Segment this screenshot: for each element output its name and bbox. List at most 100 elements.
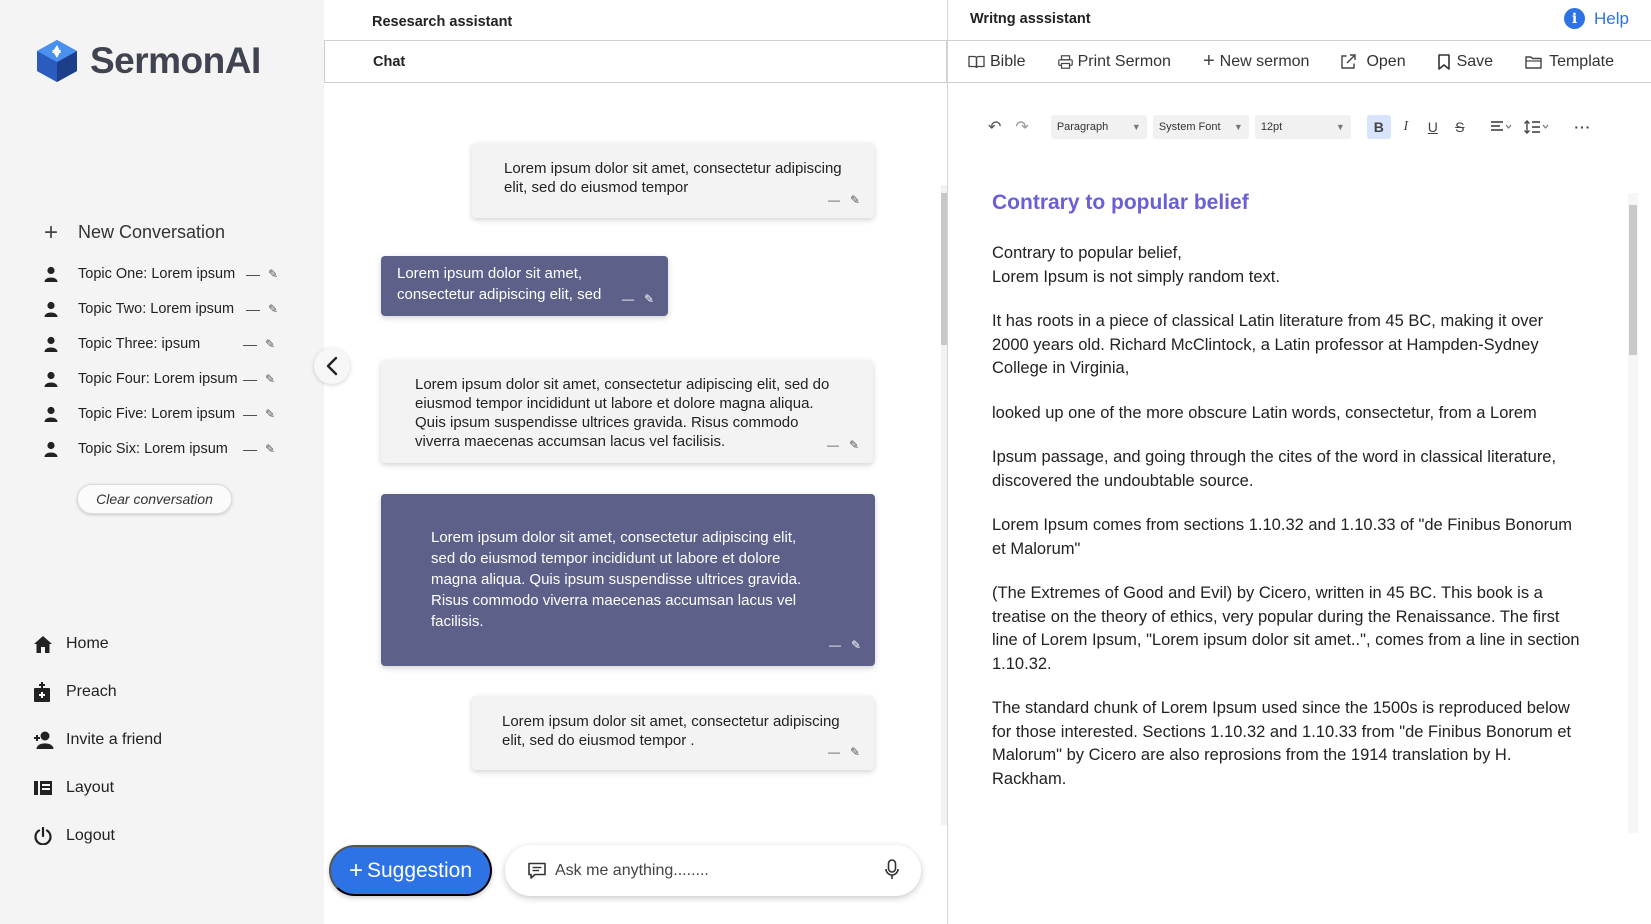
template-button[interactable]: Template <box>1525 53 1614 71</box>
topic-list: Topic One: Lorem ipsum — ✎ Topic Two: Lo… <box>44 256 278 466</box>
document-paragraph: looked up one of the more obscure Latin … <box>992 403 1537 422</box>
topic-item[interactable]: Topic One: Lorem ipsum — ✎ <box>44 256 278 291</box>
italic-button[interactable]: I <box>1394 115 1418 139</box>
minimize-icon[interactable]: — <box>827 436 839 455</box>
sidebar: SermonAI + New Conversation Topic One: L… <box>0 0 324 924</box>
font-family-select[interactable]: System Font ▼ <box>1152 115 1249 139</box>
save-label: Save <box>1456 52 1494 70</box>
chat-message[interactable]: Lorem ipsum dolor sit amet, consectetur … <box>381 256 668 316</box>
new-sermon-button[interactable]: + New sermon <box>1203 50 1310 73</box>
tab-chat-label: Chat <box>373 54 406 70</box>
edit-icon[interactable]: ✎ <box>265 407 275 421</box>
topic-label: Topic One: Lorem ipsum <box>78 265 236 282</box>
chat-message[interactable]: Lorem ipsum dolor sit amet, consectetur … <box>472 143 874 218</box>
edit-icon[interactable]: ✎ <box>268 302 278 316</box>
topic-item[interactable]: Topic Six: Lorem ipsum — ✎ <box>44 431 278 466</box>
topic-item[interactable]: Topic Two: Lorem ipsum — ✎ <box>44 291 278 326</box>
edit-icon[interactable]: ✎ <box>850 191 860 210</box>
new-conversation-button[interactable]: + New Conversation <box>44 220 226 244</box>
minimize-icon[interactable]: — <box>828 191 840 210</box>
logo-icon <box>37 40 77 82</box>
edit-icon[interactable]: ✎ <box>849 436 859 455</box>
document-scrollbar[interactable] <box>1628 193 1638 833</box>
edit-icon[interactable]: ✎ <box>850 743 860 762</box>
bold-button[interactable]: B <box>1366 115 1391 139</box>
edit-icon[interactable]: ✎ <box>265 442 275 456</box>
chat-message[interactable]: Lorem ipsum dolor sit amet, consectetur … <box>381 494 875 666</box>
minimize-icon[interactable]: — <box>622 289 634 310</box>
minimize-icon[interactable]: — <box>243 441 265 457</box>
strikethrough-button[interactable]: S <box>1448 115 1472 139</box>
nav-logout[interactable]: Logout <box>34 812 162 860</box>
clear-conversation-button[interactable]: Clear conversation <box>77 484 232 514</box>
more-options-icon[interactable]: ··· <box>1571 115 1595 139</box>
document-scrollbar-thumb[interactable] <box>1629 205 1637 355</box>
edit-icon[interactable]: ✎ <box>268 267 278 281</box>
edit-icon[interactable]: ✎ <box>265 337 275 351</box>
nav-preach[interactable]: Preach <box>34 668 162 716</box>
underline-button[interactable]: U <box>1421 115 1445 139</box>
tab-chat[interactable]: Chat <box>324 40 947 83</box>
edit-icon[interactable]: ✎ <box>265 372 275 386</box>
bible-button[interactable]: Bible <box>968 53 1026 71</box>
sermon-document[interactable]: Contrary to popular belief Contrary to p… <box>992 190 1582 812</box>
minimize-icon[interactable]: — <box>246 301 268 317</box>
open-label: Open <box>1366 52 1406 70</box>
topic-label: Topic Five: Lorem ipsum <box>78 405 236 422</box>
document-paragraph: Contrary to popular belief, Lorem Ipsum i… <box>992 242 1582 289</box>
chat-message[interactable]: Lorem ipsum dolor sit amet, consectetur … <box>472 696 874 770</box>
minimize-icon[interactable]: — <box>243 406 265 422</box>
suggestion-button[interactable]: + Suggestion <box>329 845 492 896</box>
help-link[interactable]: i Help <box>1564 8 1629 29</box>
nav-invite[interactable]: Invite a friend <box>34 716 162 764</box>
new-conversation-label: New Conversation <box>78 222 226 242</box>
chevron-down-icon: ▼ <box>1233 122 1243 132</box>
undo-icon[interactable]: ↶ <box>988 117 1001 137</box>
nav-preach-label: Preach <box>66 683 117 700</box>
brand-name: SermonAI <box>90 40 261 81</box>
topic-label: Topic Two: Lorem ipsum <box>78 300 235 317</box>
chat-input-box[interactable] <box>505 845 921 896</box>
block-format-select[interactable]: Paragraph ▼ <box>1050 115 1147 139</box>
minimize-icon[interactable]: — <box>828 743 840 762</box>
line-height-icon[interactable] <box>1521 115 1553 139</box>
topic-label: Topic Three: ipsum <box>78 335 201 352</box>
person-icon <box>44 336 78 352</box>
document-paragraph: The standard chunk of Lorem Ipsum used s… <box>992 699 1572 788</box>
topic-item[interactable]: Topic Five: Lorem ipsum — ✎ <box>44 396 278 431</box>
collapse-sidebar-button[interactable] <box>314 348 350 384</box>
save-button[interactable]: Save <box>1437 52 1494 71</box>
writing-toolbar: Bible Print Sermon + New sermon Open Sav… <box>948 40 1651 83</box>
writing-panel: Writng asssistant i Help Bible Print Ser… <box>947 0 1651 924</box>
new-sermon-label: New sermon <box>1219 52 1310 70</box>
printer-icon <box>1057 54 1073 69</box>
minimize-icon[interactable]: — <box>829 635 841 656</box>
person-icon <box>44 266 78 282</box>
font-size-value: 12pt <box>1260 121 1283 133</box>
document-paragraph: It has roots in a piece of classical Lat… <box>992 312 1544 377</box>
minimize-icon[interactable]: — <box>246 266 268 282</box>
document-paragraph: Ipsum passage, and going through the cit… <box>992 448 1557 490</box>
logo[interactable]: SermonAI <box>34 38 261 84</box>
microphone-icon[interactable] <box>885 859 899 886</box>
minimize-icon[interactable]: — <box>243 336 265 352</box>
print-sermon-button[interactable]: Print Sermon <box>1057 52 1171 71</box>
nav-home[interactable]: Home <box>34 620 162 668</box>
redo-icon[interactable]: ↷ <box>1015 117 1028 137</box>
format-toolbar: ↶ ↷ Paragraph ▼ System Font ▼ 12pt ▼ B I… <box>988 114 1598 140</box>
edit-icon[interactable]: ✎ <box>644 289 654 310</box>
topic-item[interactable]: Topic Three: ipsum — ✎ <box>44 326 278 361</box>
nav-layout[interactable]: Layout <box>34 764 162 812</box>
topic-item[interactable]: Topic Four: Lorem ipsum — ✎ <box>44 361 278 396</box>
edit-icon[interactable]: ✎ <box>851 635 861 656</box>
chat-message[interactable]: Lorem ipsum dolor sit amet, consectetur … <box>381 360 873 463</box>
book-icon <box>968 55 985 69</box>
open-button[interactable]: Open <box>1341 52 1406 71</box>
document-paragraph: Lorem Ipsum comes from sections 1.10.32 … <box>992 516 1572 558</box>
chat-input[interactable] <box>555 861 875 880</box>
chevron-down-icon: ▼ <box>1131 122 1141 132</box>
font-size-select[interactable]: 12pt ▼ <box>1254 115 1351 139</box>
print-sermon-label: Print Sermon <box>1077 52 1171 70</box>
align-left-icon[interactable] <box>1486 115 1518 139</box>
minimize-icon[interactable]: — <box>243 371 265 387</box>
